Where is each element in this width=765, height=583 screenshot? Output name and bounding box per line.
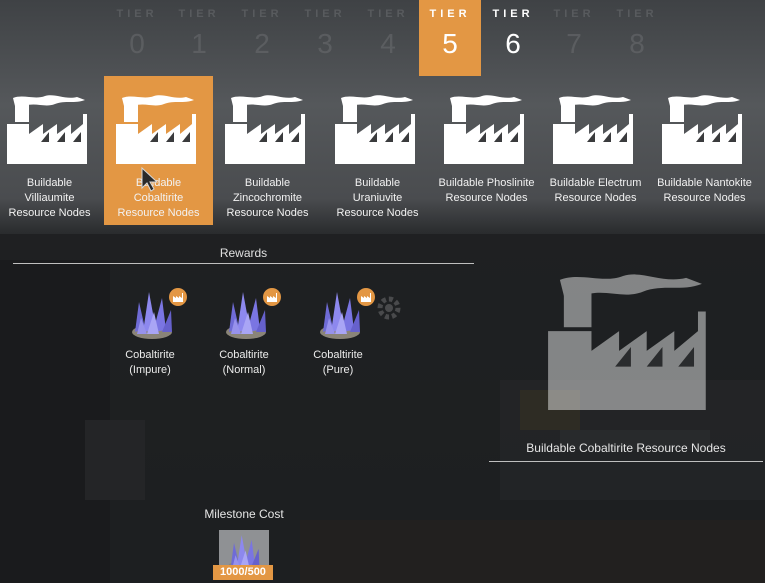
tier-label: TIER bbox=[241, 8, 283, 20]
tier-label: TIER bbox=[367, 8, 409, 20]
tier-4-tab[interactable]: TIER 4 bbox=[357, 0, 419, 76]
rewards-divider bbox=[13, 263, 474, 264]
factory-icon bbox=[333, 94, 415, 166]
schematic-tile-zincochromite[interactable]: Buildable Zincochromite Resource Nodes bbox=[213, 76, 322, 225]
schematic-caption: Buildable Electrum Resource Nodes bbox=[549, 177, 642, 204]
schematic-tile-electrum[interactable]: Buildable Electrum Resource Nodes bbox=[541, 76, 650, 225]
gear-icon bbox=[377, 296, 401, 320]
factory-icon bbox=[5, 94, 87, 166]
tier-7-tab[interactable]: TIER 7 bbox=[543, 0, 605, 76]
schematic-tile-uraniuvite[interactable]: Buildable Uraniuvite Resource Nodes bbox=[323, 76, 432, 225]
factory-icon bbox=[551, 94, 633, 166]
tier-number: 7 bbox=[566, 28, 582, 59]
rewards-heading: Rewards bbox=[219, 246, 268, 260]
tier-label: TIER bbox=[304, 8, 346, 20]
preview-divider bbox=[489, 461, 763, 462]
tier-5-tab[interactable]: TIER 5 bbox=[419, 0, 481, 76]
tier-label: TIER bbox=[492, 8, 534, 20]
schematic-caption: Buildable Zincochromite Resource Nodes bbox=[226, 177, 309, 219]
tier-6-tab[interactable]: TIER 6 bbox=[482, 0, 544, 76]
tier-number: 3 bbox=[317, 28, 333, 59]
tier-1-tab[interactable]: TIER 1 bbox=[168, 0, 230, 76]
tier-number: 1 bbox=[191, 28, 207, 59]
factory-icon bbox=[223, 94, 305, 166]
factory-preview-icon bbox=[540, 272, 710, 414]
reward-caption: Cobaltirite (Normal) bbox=[219, 349, 269, 376]
tier-number: 4 bbox=[380, 28, 396, 59]
tier-number: 8 bbox=[629, 28, 645, 59]
tier-number: 5 bbox=[442, 28, 458, 59]
tier-label: TIER bbox=[178, 8, 220, 20]
mouse-cursor-icon bbox=[141, 166, 158, 192]
schematic-caption: Buildable Cobaltirite Resource Nodes bbox=[117, 177, 200, 219]
tier-3-tab[interactable]: TIER 3 bbox=[294, 0, 356, 76]
tier-label: TIER bbox=[116, 8, 158, 20]
schematic-caption: Buildable Nantokite Resource Nodes bbox=[657, 177, 752, 204]
schematic-tile-phoslinite[interactable]: Buildable Phoslinite Resource Nodes bbox=[432, 76, 541, 225]
factory-badge-icon bbox=[263, 288, 281, 306]
factory-badge-icon bbox=[169, 288, 187, 306]
tier-number: 2 bbox=[254, 28, 270, 59]
schematic-tile-villiaumite[interactable]: Buildable Villiaumite Resource Nodes bbox=[0, 76, 104, 225]
tier-0-tab[interactable]: TIER 0 bbox=[106, 0, 168, 76]
factory-icon bbox=[442, 94, 524, 166]
tier-label: TIER bbox=[429, 8, 471, 20]
factory-icon bbox=[114, 94, 196, 166]
schematic-caption: Buildable Uraniuvite Resource Nodes bbox=[336, 177, 419, 219]
schematic-caption: Buildable Phoslinite Resource Nodes bbox=[438, 177, 535, 204]
milestone-cost-heading: Milestone Cost bbox=[204, 507, 284, 521]
factory-icon bbox=[660, 94, 742, 166]
tier-label: TIER bbox=[616, 8, 658, 20]
tier-number: 6 bbox=[505, 28, 521, 59]
tier-label: TIER bbox=[553, 8, 595, 20]
reward-caption: Cobaltirite (Impure) bbox=[125, 349, 175, 376]
schematic-caption: Buildable Villiaumite Resource Nodes bbox=[8, 177, 91, 219]
tier-8-tab[interactable]: TIER 8 bbox=[606, 0, 668, 76]
schematic-tile-nantokite[interactable]: Buildable Nantokite Resource Nodes bbox=[650, 76, 759, 225]
reward-caption: Cobaltirite (Pure) bbox=[313, 349, 363, 376]
schematic-tile-cobaltirite[interactable]: Buildable Cobaltirite Resource Nodes bbox=[104, 76, 213, 225]
tier-number: 0 bbox=[129, 28, 145, 59]
cost-count-badge: 1000/500 bbox=[213, 565, 273, 580]
selected-schematic-title: Buildable Cobaltirite Resource Nodes bbox=[526, 441, 726, 455]
factory-badge-icon bbox=[357, 288, 375, 306]
tier-2-tab[interactable]: TIER 2 bbox=[231, 0, 293, 76]
